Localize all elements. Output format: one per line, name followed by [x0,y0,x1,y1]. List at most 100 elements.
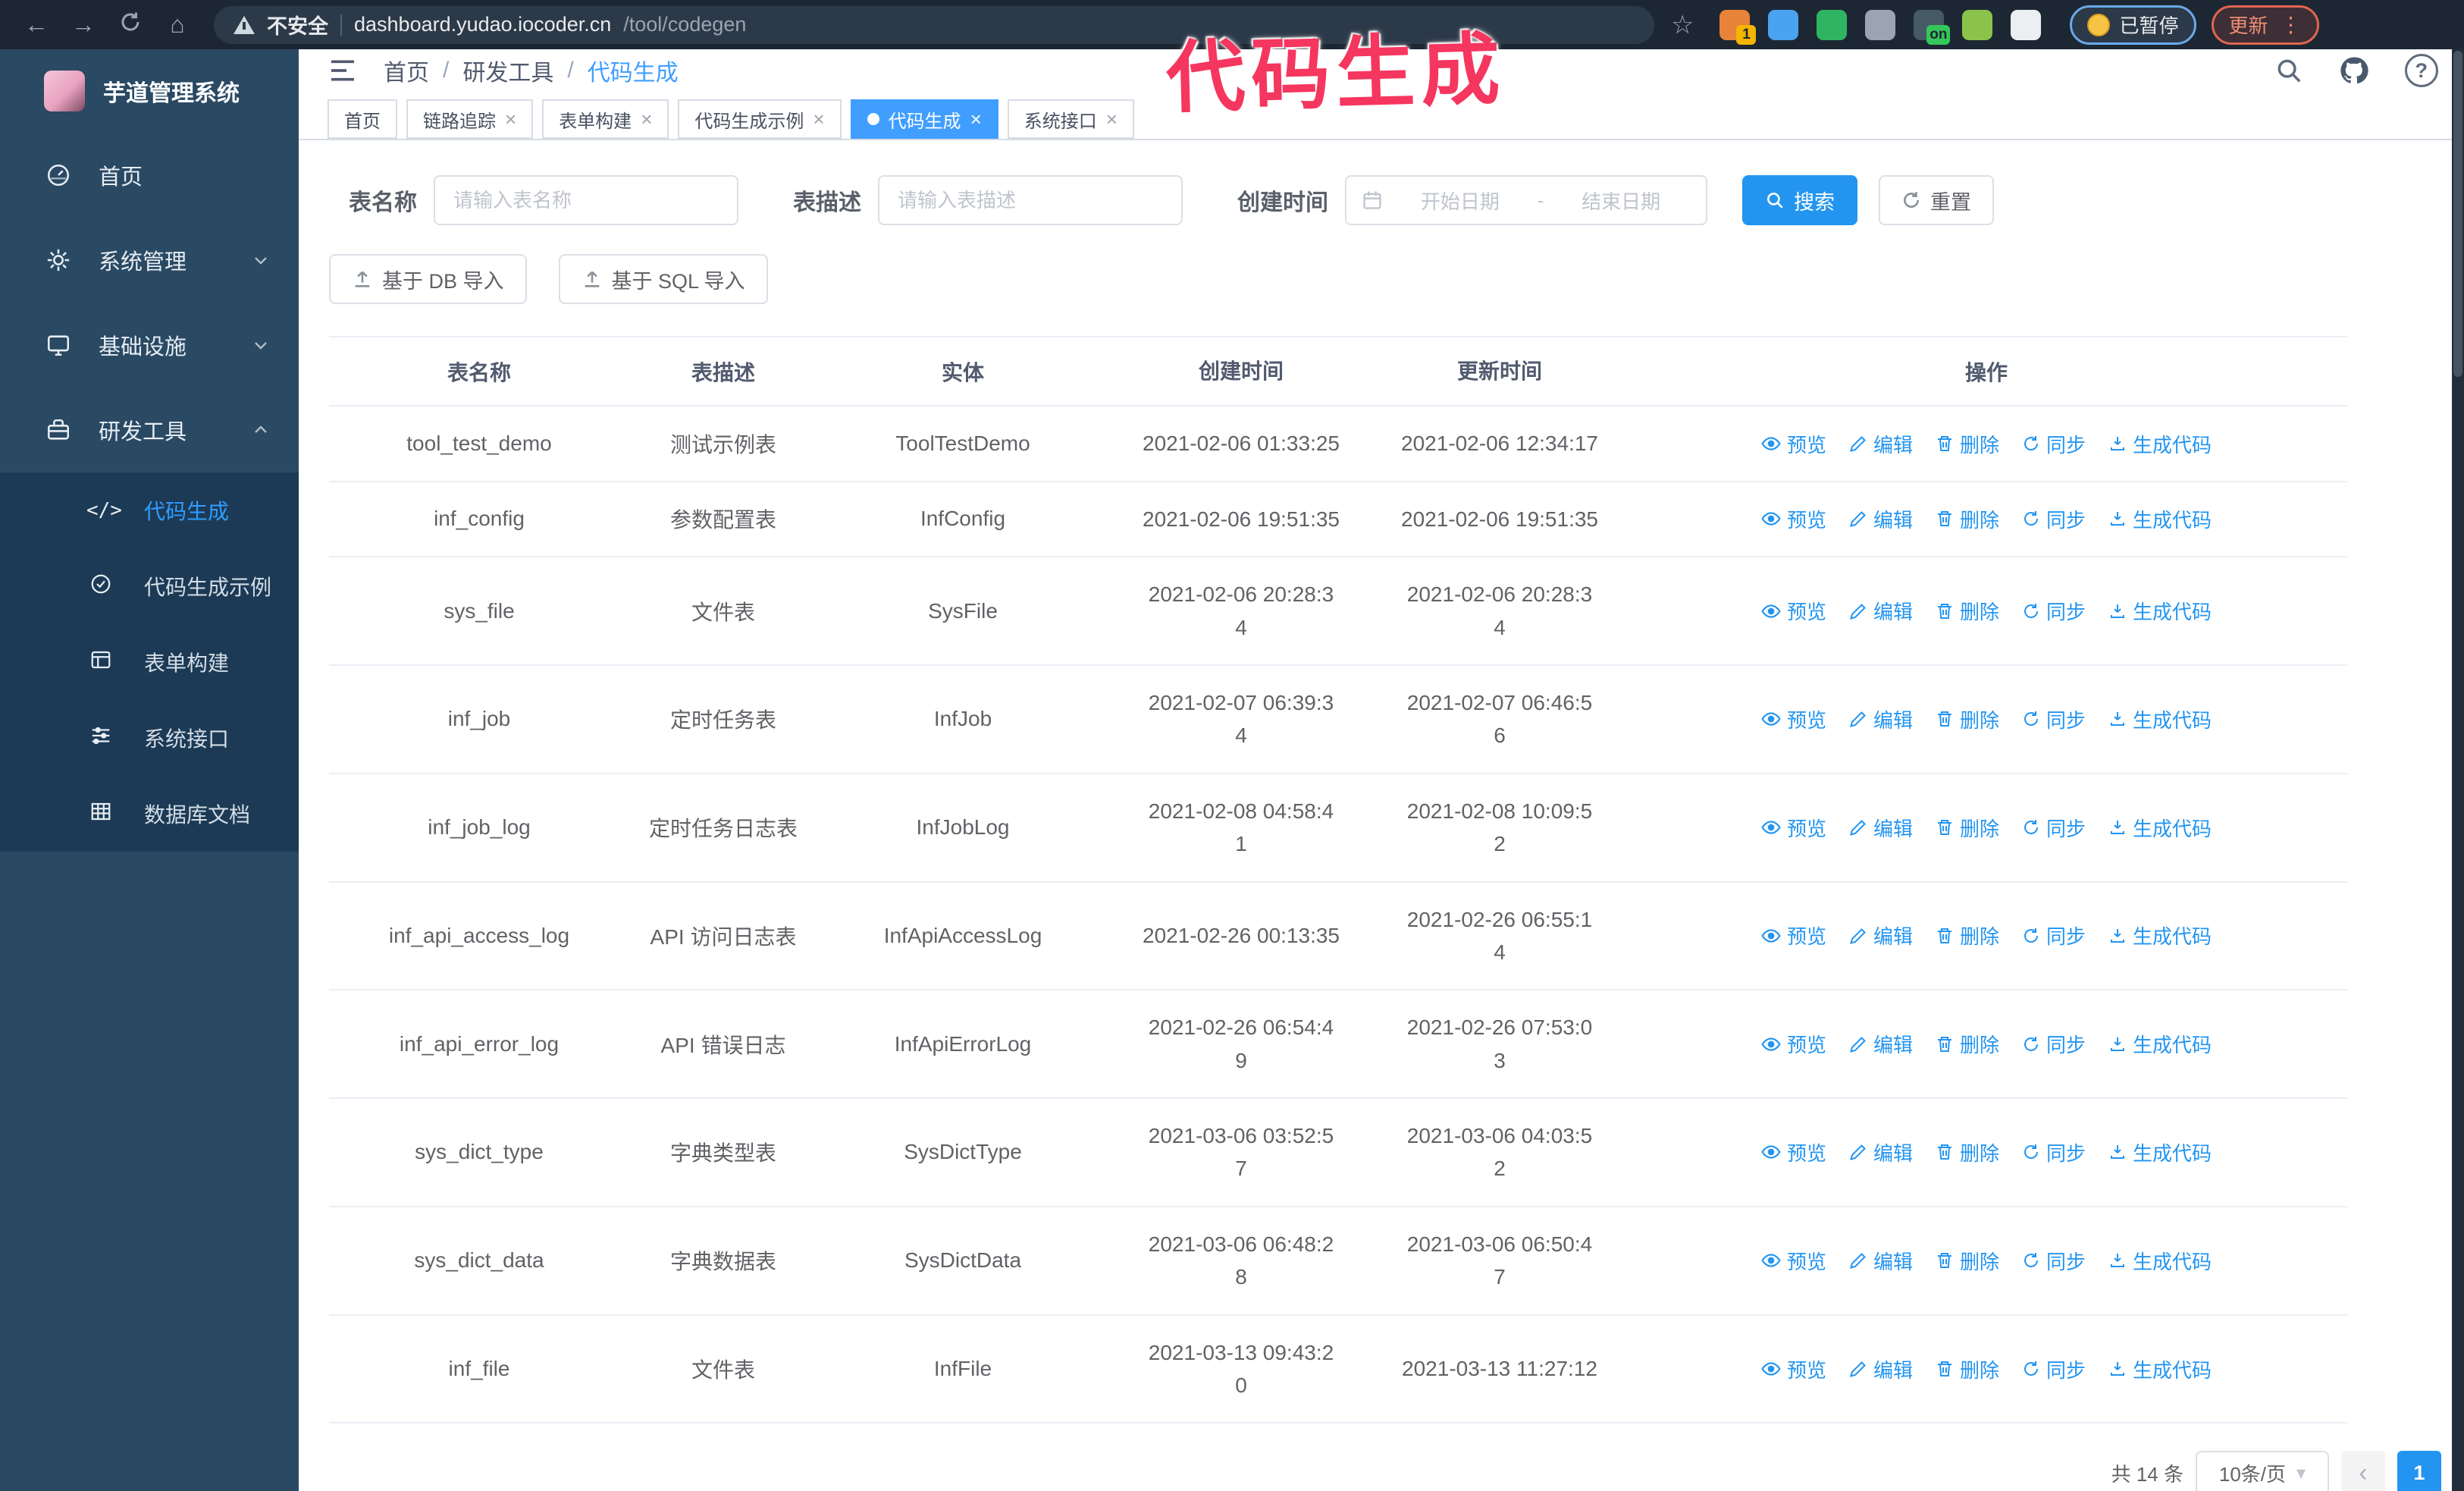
start-date-placeholder[interactable]: 开始日期 [1390,187,1530,215]
extension-tiles-icon[interactable] [1865,9,1896,40]
row-action-download[interactable]: 生成代码 [2108,430,2212,458]
sidebar-item-db-doc[interactable]: 数据库文档 [0,776,299,852]
sidebar-item-infra[interactable]: 基础设施 [0,303,299,388]
row-action-download[interactable]: 生成代码 [2108,1138,2212,1166]
row-action-sync[interactable]: 同步 [2022,705,2086,733]
row-action-sync[interactable]: 同步 [2022,1030,2086,1058]
row-action-eye[interactable]: 预览 [1761,921,1826,950]
home-icon[interactable]: ⌂ [156,11,199,39]
sidebar-item-home[interactable]: 首页 [0,133,299,218]
row-action-delete[interactable]: 删除 [1936,1138,1999,1166]
extension-gem-icon[interactable] [1768,9,1799,40]
bookmark-star-icon[interactable]: ☆ [1671,10,1694,40]
row-action-sync[interactable]: 同步 [2022,921,2086,950]
extension-puzzle-icon[interactable] [2011,9,2042,40]
row-action-sync[interactable]: 同步 [2022,430,2086,458]
row-action-sync[interactable]: 同步 [2022,1355,2086,1383]
row-action-edit[interactable]: 编辑 [1849,1247,1913,1275]
row-action-eye[interactable]: 预览 [1761,814,1826,842]
row-action-eye[interactable]: 预览 [1761,1355,1826,1383]
sidebar-item-codegen-example[interactable]: 代码生成示例 [0,548,299,624]
row-action-download[interactable]: 生成代码 [2108,597,2212,625]
row-action-eye[interactable]: 预览 [1761,1030,1826,1058]
extension-shield-check-icon[interactable] [1817,9,1848,40]
row-action-sync[interactable]: 同步 [2022,1138,2086,1166]
import-sql-button[interactable]: 基于 SQL 导入 [558,254,768,304]
paused-chip[interactable]: 已暂停 [2070,5,2196,45]
tab-表单构建[interactable]: 表单构建 × [542,99,669,139]
sidebar-item-form-builder[interactable]: 表单构建 [0,624,299,700]
github-icon[interactable] [2338,55,2370,86]
row-action-edit[interactable]: 编辑 [1849,505,1913,533]
row-action-download[interactable]: 生成代码 [2108,1247,2212,1275]
search-button[interactable]: 搜索 [1742,175,1857,225]
extension-orange-icon[interactable]: 1 [1719,9,1757,45]
row-action-delete[interactable]: 删除 [1936,814,1999,842]
tab-首页[interactable]: 首页 [328,99,397,139]
row-action-download[interactable]: 生成代码 [2108,1355,2212,1383]
extension-key-icon[interactable] [1962,9,1993,40]
import-db-button[interactable]: 基于 DB 导入 [329,254,527,304]
reset-button[interactable]: 重置 [1879,175,1994,225]
tab-代码生成示例[interactable]: 代码生成示例 × [678,99,842,139]
breadcrumb-devtools[interactable]: 研发工具 [462,54,553,87]
row-action-edit[interactable]: 编辑 [1849,705,1913,733]
sidebar-item-system-api[interactable]: 系统接口 [0,700,299,776]
row-action-eye[interactable]: 预览 [1761,430,1826,458]
tab-链路追踪[interactable]: 链路追踪 × [406,99,534,139]
row-action-download[interactable]: 生成代码 [2108,814,2212,842]
prev-page-button[interactable]: ‹ [2340,1451,2385,1491]
tab-代码生成[interactable]: 代码生成 × [850,99,998,139]
sidebar-item-system[interactable]: 系统管理 [0,218,299,303]
row-action-eye[interactable]: 预览 [1761,505,1826,533]
end-date-placeholder[interactable]: 结束日期 [1551,187,1691,215]
address-bar[interactable]: 不安全 dashboard.yudao.iocoder.cn/tool/code… [214,5,1654,44]
date-range-picker[interactable]: 开始日期 - 结束日期 [1345,175,1707,225]
search-icon[interactable] [2274,56,2303,85]
table-name-input[interactable] [434,175,738,225]
forward-icon[interactable]: → [62,11,105,39]
tab-close-icon[interactable]: × [813,108,824,131]
page-scrollbar[interactable] [2452,49,2464,1491]
row-action-edit[interactable]: 编辑 [1849,1138,1913,1166]
table-desc-input[interactable] [878,175,1183,225]
reload-icon[interactable] [109,11,152,39]
row-action-delete[interactable]: 删除 [1936,505,1999,533]
row-action-edit[interactable]: 编辑 [1849,814,1913,842]
row-action-delete[interactable]: 删除 [1936,597,1999,625]
sidebar-item-devtools[interactable]: 研发工具 [0,388,299,472]
row-action-delete[interactable]: 删除 [1936,921,1999,950]
kebab-menu-icon[interactable]: ⋮ [2281,12,2302,37]
row-action-delete[interactable]: 删除 [1936,1355,1999,1383]
row-action-edit[interactable]: 编辑 [1849,430,1913,458]
row-action-eye[interactable]: 预览 [1761,705,1826,733]
tab-close-icon[interactable]: × [1106,108,1118,131]
tab-close-icon[interactable]: × [641,108,652,131]
sidebar-item-codegen[interactable]: </> 代码生成 [0,472,299,548]
hamburger-icon[interactable] [328,55,358,86]
row-action-sync[interactable]: 同步 [2022,505,2086,533]
tab-close-icon[interactable]: × [970,108,982,131]
row-action-sync[interactable]: 同步 [2022,597,2086,625]
page-size-select[interactable]: 10条/页 ▾ [2195,1451,2329,1491]
row-action-delete[interactable]: 删除 [1936,1030,1999,1058]
extension-switch-icon[interactable]: on [1914,9,1951,45]
security-label[interactable]: 不安全 [267,10,328,39]
help-icon[interactable]: ? [2404,54,2438,87]
row-action-delete[interactable]: 删除 [1936,1247,1999,1275]
row-action-download[interactable]: 生成代码 [2108,705,2212,733]
row-action-download[interactable]: 生成代码 [2108,1030,2212,1058]
row-action-eye[interactable]: 预览 [1761,597,1826,625]
row-action-sync[interactable]: 同步 [2022,814,2086,842]
scrollbar-thumb[interactable] [2453,51,2462,377]
tab-系统接口[interactable]: 系统接口 × [1007,99,1134,139]
row-action-edit[interactable]: 编辑 [1849,1355,1913,1383]
breadcrumb-home[interactable]: 首页 [384,54,429,87]
row-action-eye[interactable]: 预览 [1761,1247,1826,1275]
page-button-1[interactable]: 1 [2397,1451,2441,1491]
row-action-edit[interactable]: 编辑 [1849,1030,1913,1058]
update-button[interactable]: 更新 ⋮ [2211,5,2319,45]
row-action-sync[interactable]: 同步 [2022,1247,2086,1275]
back-icon[interactable]: ← [15,11,58,39]
row-action-edit[interactable]: 编辑 [1849,921,1913,950]
